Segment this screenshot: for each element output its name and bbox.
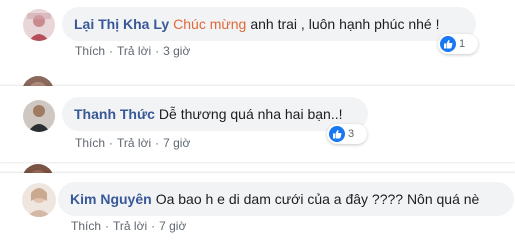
- comment-bubble: Thanh Thức Dễ thương quá nha hai bạn..!: [62, 97, 368, 131]
- like-link[interactable]: Thích: [75, 136, 105, 150]
- comment-timestamp[interactable]: 7 giờ: [163, 136, 190, 150]
- comment-timestamp[interactable]: 3 giờ: [163, 44, 190, 58]
- like-link[interactable]: Thích: [75, 44, 105, 58]
- separator-dot: ·: [109, 136, 114, 150]
- separator-dot: ·: [109, 44, 114, 58]
- comment-1: Lại Thị Kha Ly Chúc mừng anh trai , luôn h…: [0, 0, 515, 74]
- comment-text: Oa bao h e di dam cưới của a đây ???? Nô…: [155, 191, 480, 207]
- reply-link[interactable]: Trả lời: [117, 44, 151, 58]
- comment-timestamp[interactable]: 7 giờ: [159, 219, 186, 233]
- reply-link[interactable]: Trả lời: [113, 219, 147, 233]
- reply-link[interactable]: Trả lời: [117, 136, 151, 150]
- separator-dot: ·: [105, 219, 110, 233]
- separator-dot: ·: [155, 136, 160, 150]
- comment-author[interactable]: Thanh Thức: [74, 106, 155, 122]
- like-link[interactable]: Thích: [71, 219, 101, 233]
- comment-3: Kim Nguyên Oa bao h e di dam cưới của a đ…: [0, 173, 515, 242]
- comment-text: Dễ thương quá nha hai bạn..!: [158, 106, 343, 122]
- avatar[interactable]: [23, 100, 55, 132]
- reaction-count: 3: [348, 128, 355, 140]
- like-icon: [440, 36, 456, 52]
- comment-actions: Thích · Trả lời · 3 giờ: [75, 44, 190, 58]
- avatar[interactable]: [22, 183, 56, 217]
- comment-2: Thanh Thức Dễ thương quá nha hai bạn..! 3…: [0, 86, 515, 162]
- comment-actions: Thích · Trả lời · 7 giờ: [75, 136, 190, 150]
- separator-dot: ·: [151, 219, 156, 233]
- avatar[interactable]: [23, 9, 55, 41]
- comment-text: anh trai , luôn hạnh phúc nhé !: [250, 16, 440, 32]
- reaction-summary[interactable]: 3: [327, 124, 367, 144]
- comment-bubble: Lại Thị Kha Ly Chúc mừng anh trai , luôn h…: [62, 7, 476, 41]
- reaction-count: 1: [459, 38, 466, 50]
- like-icon: [329, 126, 345, 142]
- separator-dot: ·: [155, 44, 160, 58]
- comment-actions: Thích · Trả lời · 7 giờ: [71, 219, 186, 233]
- comment-author[interactable]: Lại Thị Kha Ly: [74, 16, 169, 32]
- comment-tag[interactable]: Chúc mừng: [173, 16, 246, 32]
- reaction-summary[interactable]: 1: [438, 34, 478, 54]
- comment-author[interactable]: Kim Nguyên: [70, 191, 152, 207]
- comment-bubble: Kim Nguyên Oa bao h e di dam cưới của a đ…: [58, 182, 514, 216]
